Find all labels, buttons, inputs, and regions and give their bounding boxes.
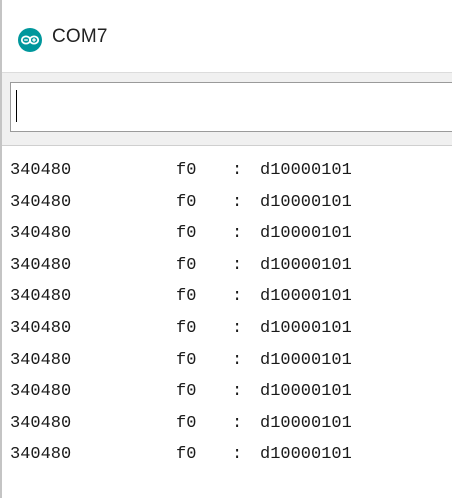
serial-line-separator: : (232, 224, 243, 244)
text-caret (16, 90, 17, 122)
serial-line-register: f0 (176, 161, 197, 180)
serial-line-value: d10000101 (260, 382, 352, 402)
serial-line-value: d10000101 (260, 224, 352, 244)
serial-line-count: 340480 (10, 224, 72, 244)
serial-line-separator: : (232, 350, 243, 370)
serial-line-register: f0 (176, 445, 197, 465)
serial-output-area[interactable]: 340480 f0: d10000101 340480 f0: d10000101 3404… (2, 147, 452, 498)
serial-line-count: 340480 (10, 255, 72, 275)
serial-line-count: 340480 (10, 382, 72, 402)
serial-line-value: d10000101 (260, 413, 352, 433)
serial-line-separator: : (232, 192, 243, 212)
serial-line-value: d10000101 (260, 445, 352, 465)
title-bar[interactable]: COM7 (2, 0, 452, 72)
serial-line-separator: : (232, 445, 243, 465)
serial-line-count: 340480 (10, 445, 72, 465)
arduino-logo-icon (18, 28, 42, 52)
serial-line-separator: : (232, 319, 243, 338)
serial-line-count: 340480 (10, 161, 72, 180)
serial-line-count: 340480 (10, 350, 72, 370)
serial-line-value: d10000101 (260, 350, 352, 370)
serial-line-register: f0 (176, 319, 197, 338)
serial-line-register: f0 (176, 350, 197, 370)
serial-line-value: d10000101 (260, 255, 352, 275)
serial-line-value: d10000101 (260, 287, 352, 307)
serial-line-separator: : (232, 287, 243, 307)
serial-send-input[interactable] (10, 82, 452, 132)
serial-line-count: 340480 (10, 319, 72, 338)
serial-line-register: f0 (176, 255, 197, 275)
serial-line-separator: : (232, 413, 243, 433)
serial-line-value: d10000101 (260, 319, 352, 338)
serial-line-count: 340480 (10, 413, 72, 433)
serial-line-register: f0 (176, 224, 197, 244)
serial-line-count: 340480 (10, 192, 72, 212)
serial-line-separator: : (232, 255, 243, 275)
serial-line-register: f0 (176, 287, 197, 307)
send-bar (2, 72, 452, 146)
serial-line-value: d10000101 (260, 161, 352, 180)
serial-line-separator: : (232, 382, 243, 402)
window-title: COM7 (52, 26, 108, 47)
serial-line-count: 340480 (10, 287, 72, 307)
serial-line-register: f0 (176, 192, 197, 212)
serial-line-separator: : (232, 161, 243, 180)
serial-line-value: d10000101 (260, 192, 352, 212)
serial-monitor-window: COM7 340480 f0: d10000101 340480 f0: d1000010… (0, 0, 452, 498)
serial-line-register: f0 (176, 382, 197, 402)
serial-line-register: f0 (176, 413, 197, 433)
